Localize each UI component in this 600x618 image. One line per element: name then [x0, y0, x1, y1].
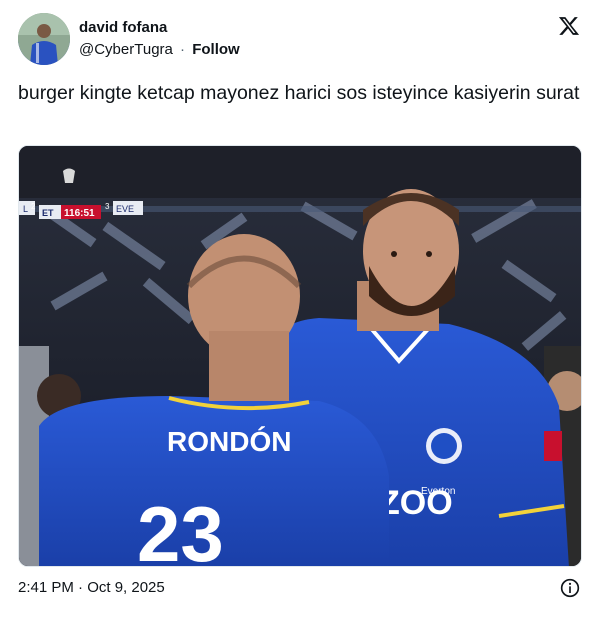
info-icon[interactable]: [560, 578, 580, 598]
jersey-number: 23: [137, 490, 224, 567]
scorebug-home-score: 2: [31, 202, 36, 211]
scorebug-home-team: L: [23, 204, 28, 214]
follow-button[interactable]: Follow: [192, 41, 240, 58]
media-scene: L 2 ET 116:51 3 EVE Everton ZOO RONDÓN 2…: [19, 146, 581, 567]
tweet-timestamp[interactable]: 2:41 PM · Oct 9, 2025: [18, 579, 165, 596]
scorebug-clock: 116:51: [64, 208, 95, 219]
scorebug-away-team: EVE: [116, 204, 134, 214]
separator-dot: ·: [180, 41, 186, 58]
tweet-header: david fofana @CyberTugra · Follow: [18, 13, 582, 65]
tweet-text: burger kingte ketcap mayonez harici sos …: [18, 82, 580, 104]
x-logo-icon[interactable]: [558, 15, 580, 37]
scorebug-away-score: 3: [105, 202, 110, 211]
jersey-name: RONDÓN: [167, 426, 291, 457]
sponsor-text: ZOO: [379, 484, 453, 522]
avatar[interactable]: [18, 13, 70, 65]
author-handle-row: @CyberTugra · Follow: [79, 41, 240, 58]
author-name[interactable]: david fofana: [79, 19, 167, 36]
scorebug-period: ET: [42, 208, 54, 218]
tweet-media-image[interactable]: L 2 ET 116:51 3 EVE Everton ZOO RONDÓN 2…: [18, 145, 582, 567]
author-handle[interactable]: @CyberTugra: [79, 41, 173, 58]
